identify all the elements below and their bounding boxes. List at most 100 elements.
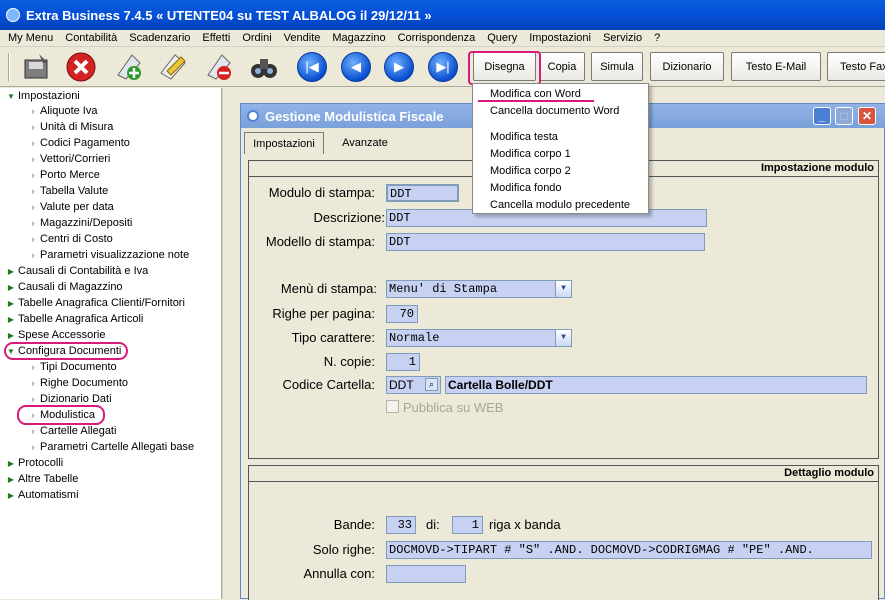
tree-item-tabella-valute[interactable]: › Tabella Valute <box>28 183 109 199</box>
menu-item-cancella-word[interactable]: Cancella documento Word <box>490 103 619 119</box>
chevron-right-icon: › <box>31 138 35 148</box>
tree-item-automatismi[interactable]: ▶ Automatismi <box>6 487 79 503</box>
tree-item-valute-per-data[interactable]: › Valute per data <box>28 199 114 215</box>
delete-document-icon[interactable] <box>202 51 234 83</box>
edit-document-icon[interactable] <box>157 51 189 83</box>
tree-item-parametri-cartelle[interactable]: › Parametri Cartelle Allegati base <box>28 439 195 455</box>
disegna-highlight-mark <box>468 51 541 85</box>
pubblica-web-label: Pubblica su WEB <box>403 400 504 415</box>
collapsed-arrow-icon: ▶ <box>7 474 15 484</box>
menu-stampa-select[interactable]: Menu' di Stampa ▼ <box>386 280 572 298</box>
menu-servizio[interactable]: Servizio <box>597 32 648 44</box>
dizionario-button[interactable]: Dizionario <box>650 52 724 81</box>
pubblica-web-checkbox[interactable] <box>386 400 399 413</box>
chevron-right-icon: › <box>31 106 35 116</box>
tree-item-cartelle-allegati[interactable]: › Cartelle Allegati <box>28 423 117 439</box>
tree-item-impostazioni[interactable]: ▼ Impostazioni <box>6 88 80 104</box>
splitter[interactable] <box>222 88 232 599</box>
chevron-down-icon[interactable]: ▼ <box>555 330 571 346</box>
collapsed-arrow-icon: ▶ <box>7 282 15 292</box>
menu-item-modifica-fondo[interactable]: Modifica fondo <box>490 180 562 196</box>
close-icon[interactable] <box>65 51 97 83</box>
menu-vendite[interactable]: Vendite <box>278 32 327 44</box>
toolbar-separator <box>8 53 10 81</box>
menu-effetti[interactable]: Effetti <box>196 32 236 44</box>
minimize-icon[interactable]: _ <box>813 107 831 125</box>
configura-highlight-mark <box>4 342 128 360</box>
menu-corrispondenza[interactable]: Corrispondenza <box>392 32 482 44</box>
collapsed-arrow-icon: ▶ <box>7 266 15 276</box>
chevron-right-icon: › <box>31 218 35 228</box>
window-close-icon[interactable]: ✕ <box>858 107 876 125</box>
tipo-carattere-select[interactable]: Normale ▼ <box>386 329 572 347</box>
menu-my-menu[interactable]: My Menu <box>2 32 59 44</box>
chevron-right-icon: › <box>31 186 35 196</box>
tree-item-spese-accessorie[interactable]: ▶ Spese Accessorie <box>6 327 106 343</box>
tree-item-unita-misura[interactable]: › Unità di Misura <box>28 119 114 135</box>
tab-impostazioni[interactable]: Impostazioni <box>244 132 324 154</box>
app-titlebar: Extra Business 7.4.5 « UTENTE04 su TEST … <box>0 0 885 30</box>
tree-item-protocolli[interactable]: ▶ Protocolli <box>6 455 63 471</box>
di-field[interactable]: 1 <box>452 516 483 534</box>
tree-item-vettori-corrieri[interactable]: › Vettori/Corrieri <box>28 151 111 167</box>
chevron-down-icon[interactable]: ▼ <box>555 281 571 297</box>
menu-ordini[interactable]: Ordini <box>236 32 277 44</box>
menu-scadenzario[interactable]: Scadenzario <box>123 32 196 44</box>
menu-contabilita[interactable]: Contabilità <box>59 32 123 44</box>
tree-item-tabelle-clienti-fornitori[interactable]: ▶ Tabelle Anagrafica Clienti/Fornitori <box>6 295 185 311</box>
testo-fax-button[interactable]: Testo Fax <box>827 52 885 81</box>
annulla-field[interactable] <box>386 565 466 583</box>
tree-item-tipi-documento[interactable]: › Tipi Documento <box>28 359 117 375</box>
menubar: My Menu Contabilità Scadenzario Effetti … <box>0 30 885 47</box>
sidebar-tree: ▼ Impostazioni › Aliquote Iva › Unità di Mi… <box>0 88 222 599</box>
menu-impostazioni[interactable]: Impostazioni <box>523 32 597 44</box>
tree-item-parametri-note[interactable]: › Parametri visualizzazione note <box>28 247 190 263</box>
tree-item-magazzini-depositi[interactable]: › Magazzini/Depositi <box>28 215 133 231</box>
maximize-icon[interactable]: □ <box>835 107 853 125</box>
binoculars-icon[interactable] <box>248 51 280 83</box>
modifica-word-highlight-mark <box>478 100 594 102</box>
righe-label: Righe per pagina: <box>272 306 375 321</box>
copia-button[interactable]: Copia <box>539 52 585 81</box>
testo-email-button[interactable]: Testo E-Mail <box>731 52 821 81</box>
tree-item-aliquote-iva[interactable]: › Aliquote Iva <box>28 103 98 119</box>
simula-button[interactable]: Simula <box>591 52 643 81</box>
tree-item-causali-magazzino[interactable]: ▶ Causali di Magazzino <box>6 279 123 295</box>
modulo-label: Modulo di stampa: <box>268 185 375 200</box>
menu-query[interactable]: Query <box>481 32 523 44</box>
tree-item-centri-costo[interactable]: › Centri di Costo <box>28 231 113 247</box>
tree-item-tabelle-articoli[interactable]: ▶ Tabelle Anagrafica Articoli <box>6 311 143 327</box>
tree-item-righe-documento[interactable]: › Righe Documento <box>28 375 129 391</box>
last-record-icon[interactable]: ▶| <box>428 52 458 82</box>
modulo-field[interactable]: DDT <box>386 184 459 202</box>
menu-item-modifica-corpo-1[interactable]: Modifica corpo 1 <box>490 146 571 162</box>
menu-item-modifica-testa[interactable]: Modifica testa <box>490 129 558 145</box>
menu-item-cancella-modulo[interactable]: Cancella modulo precedente <box>490 197 630 213</box>
tree-item-codici-pagamento[interactable]: › Codici Pagamento <box>28 135 130 151</box>
tree-item-altre-tabelle[interactable]: ▶ Altre Tabelle <box>6 471 78 487</box>
first-record-icon[interactable]: |◀ <box>297 52 327 82</box>
chevron-right-icon: › <box>31 154 35 164</box>
menu-magazzino[interactable]: Magazzino <box>326 32 391 44</box>
tree-item-causali-contabilita[interactable]: ▶ Causali di Contabilità e Iva <box>6 263 148 279</box>
solo-righe-field[interactable]: DOCMOVD->TIPART # "S" .AND. DOCMOVD->COD… <box>386 541 872 559</box>
app-icon <box>6 8 20 22</box>
previous-record-icon[interactable]: ◀ <box>341 52 371 82</box>
save-icon[interactable] <box>20 51 52 83</box>
search-icon[interactable]: ⌕ <box>425 378 438 391</box>
section-header: Dettaglio modulo <box>249 466 878 482</box>
cartella-code-field[interactable]: DDT ⌕ <box>386 376 441 394</box>
next-record-icon[interactable]: ▶ <box>384 52 414 82</box>
solo-righe-label: Solo righe: <box>312 542 375 557</box>
collapsed-arrow-icon: ▶ <box>7 330 15 340</box>
copie-field[interactable]: 1 <box>386 353 420 371</box>
modulistica-highlight-mark <box>17 405 105 425</box>
menu-help[interactable]: ? <box>648 32 666 44</box>
new-document-icon[interactable] <box>112 51 144 83</box>
modello-field[interactable]: DDT <box>386 233 705 251</box>
menu-item-modifica-corpo-2[interactable]: Modifica corpo 2 <box>490 163 571 179</box>
bande-field[interactable]: 33 <box>386 516 416 534</box>
tree-item-porto-merce[interactable]: › Porto Merce <box>28 167 100 183</box>
righe-field[interactable]: 70 <box>386 305 418 323</box>
tab-avanzate[interactable]: Avanzate <box>329 132 401 154</box>
